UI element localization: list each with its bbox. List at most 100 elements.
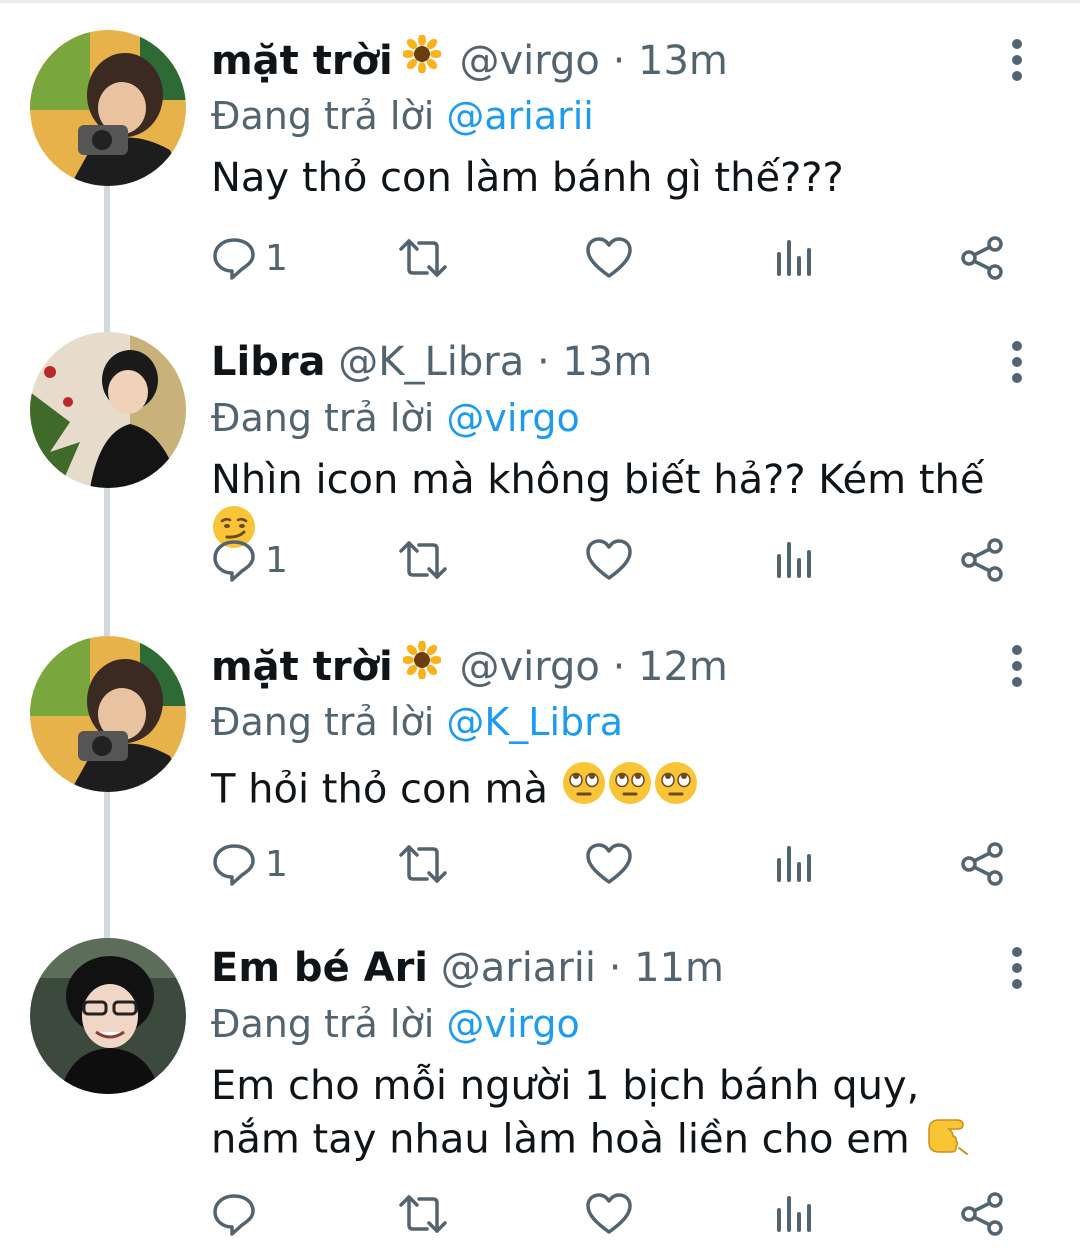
timestamp[interactable]: 13m	[638, 38, 728, 84]
avatar[interactable]	[30, 938, 186, 1094]
retweet-button[interactable]	[397, 834, 449, 894]
reply-button[interactable]	[211, 1184, 265, 1244]
timestamp[interactable]: 13m	[562, 339, 652, 385]
tweet-text-body: Nay thỏ con làm bánh gì thế???	[211, 155, 844, 201]
more-options-button[interactable]	[1000, 640, 1034, 692]
reply-icon	[213, 1194, 255, 1236]
handle[interactable]: @ariarii	[441, 945, 596, 991]
replying-to: Đang trả lời @virgo	[211, 998, 1041, 1050]
rolling-eyes-icon	[607, 760, 653, 817]
handle[interactable]: @virgo	[459, 644, 599, 690]
mention-link[interactable]: @virgo	[446, 1002, 579, 1046]
heart-icon	[586, 1193, 632, 1234]
retweet-icon	[399, 845, 447, 883]
reply-count: 1	[265, 237, 288, 279]
avatar-photo	[30, 938, 186, 1094]
share-icon	[961, 1192, 1003, 1236]
display-name[interactable]: mặt trời	[211, 644, 393, 690]
tweet-text-body: Em cho mỗi người 1 bịch bánh quy, nắm ta…	[211, 1063, 920, 1163]
tweet-text: Nay thỏ con làm bánh gì thế???	[211, 154, 1041, 202]
tweet-header: mặt trời @virgo · 13m	[211, 30, 1041, 90]
analytics-icon	[777, 846, 811, 882]
reply-button[interactable]: 1	[211, 834, 288, 894]
replying-to: Đang trả lời @virgo	[211, 392, 1041, 444]
sunflower-icon	[401, 30, 442, 90]
analytics-button[interactable]	[774, 834, 814, 894]
tweet-header: Em bé Ari @ariarii · 11m	[211, 938, 1041, 998]
tweet-text: Em cho mỗi người 1 bịch bánh quy, nắm ta…	[211, 1062, 1011, 1173]
timestamp[interactable]: 11m	[634, 945, 724, 991]
thread-line	[104, 488, 110, 636]
reply-count: 1	[265, 539, 288, 581]
reply-icon	[213, 844, 255, 886]
analytics-icon	[777, 1196, 811, 1232]
reply-icon	[213, 238, 255, 280]
rolling-eyes-icon	[653, 760, 699, 817]
handle[interactable]: @K_Libra	[338, 339, 524, 385]
reply-button[interactable]: 1	[211, 228, 288, 288]
mention-link[interactable]: @K_Libra	[446, 700, 623, 744]
replying-prefix: Đang trả lời	[211, 700, 435, 744]
retweet-button[interactable]	[397, 1184, 449, 1244]
handle[interactable]: @virgo	[459, 38, 599, 84]
rolling-eyes-icon	[561, 760, 607, 817]
like-button[interactable]	[585, 228, 633, 288]
more-vertical-icon	[1012, 947, 1022, 989]
timestamp[interactable]: 12m	[638, 644, 728, 690]
mention-link[interactable]: @virgo	[446, 396, 579, 440]
reply-button[interactable]: 1	[211, 530, 288, 590]
share-icon	[961, 538, 1003, 582]
replying-to: Đang trả lời @ariarii	[211, 90, 1041, 142]
replying-prefix: Đang trả lời	[211, 396, 435, 440]
analytics-button[interactable]	[774, 228, 814, 288]
separator: ·	[612, 38, 626, 84]
more-options-button[interactable]	[1000, 942, 1034, 994]
analytics-button[interactable]	[774, 530, 814, 590]
separator: ·	[536, 339, 550, 385]
retweet-icon	[399, 239, 447, 277]
avatar[interactable]	[30, 332, 186, 488]
replying-prefix: Đang trả lời	[211, 94, 435, 138]
like-button[interactable]	[585, 530, 633, 590]
replying-to: Đang trả lời @K_Libra	[211, 696, 1041, 748]
replying-prefix: Đang trả lời	[211, 1002, 435, 1046]
avatar-photo	[30, 332, 186, 488]
share-icon	[961, 236, 1003, 280]
display-name[interactable]: Em bé Ari	[211, 945, 428, 991]
display-name[interactable]: mặt trời	[211, 38, 393, 84]
retweet-icon	[399, 1195, 447, 1233]
more-options-button[interactable]	[1000, 34, 1034, 86]
like-button[interactable]	[585, 1184, 633, 1244]
reply-count: 1	[265, 843, 288, 885]
more-vertical-icon	[1012, 645, 1022, 687]
avatar[interactable]	[30, 30, 186, 186]
tweet-text-body: Nhìn icon mà không biết hả?? Kém thế	[211, 457, 985, 503]
share-button[interactable]	[959, 530, 1005, 590]
action-bar: 1	[211, 228, 1031, 288]
retweet-button[interactable]	[397, 530, 449, 590]
heart-icon	[586, 843, 632, 884]
mention-link[interactable]: @ariarii	[446, 94, 594, 138]
avatar[interactable]	[30, 636, 186, 792]
analytics-button[interactable]	[774, 1184, 814, 1244]
display-name[interactable]: Libra	[211, 339, 326, 385]
sunflower-icon	[401, 636, 442, 696]
avatar-photo	[30, 636, 186, 792]
share-button[interactable]	[959, 834, 1005, 894]
tweet-text: T hỏi thỏ con mà	[211, 760, 1041, 823]
heart-icon	[586, 237, 632, 278]
separator: ·	[612, 644, 626, 690]
action-bar: 1	[211, 834, 1031, 894]
thread-line	[104, 792, 110, 938]
action-bar	[211, 1184, 1031, 1244]
more-vertical-icon	[1012, 39, 1022, 81]
share-button[interactable]	[959, 1184, 1005, 1244]
heart-icon	[586, 539, 632, 580]
more-options-button[interactable]	[1000, 336, 1034, 388]
reply-icon	[213, 540, 255, 582]
analytics-icon	[777, 240, 811, 276]
like-button[interactable]	[585, 834, 633, 894]
share-button[interactable]	[959, 228, 1005, 288]
retweet-button[interactable]	[397, 228, 449, 288]
thread-line	[104, 186, 110, 332]
